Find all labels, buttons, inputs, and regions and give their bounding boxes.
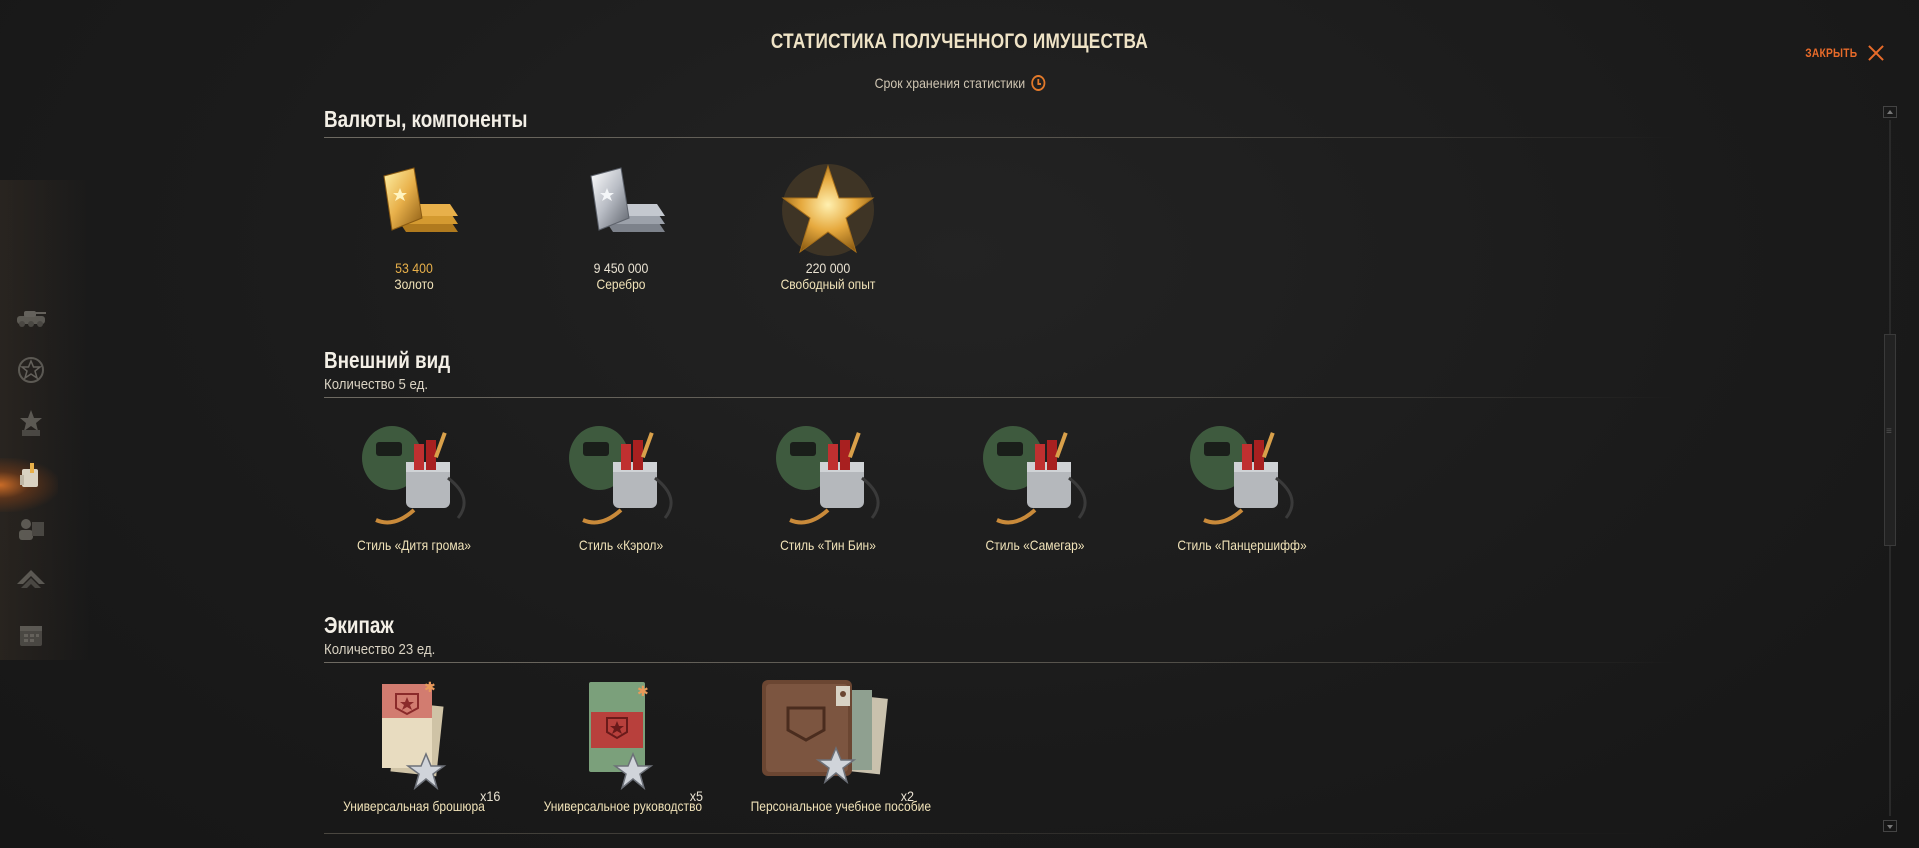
section-divider [324,833,1674,834]
sidebar-item-rewards[interactable] [14,406,48,440]
welding-kit-icon [776,426,880,525]
calendar-icon [20,626,42,646]
crew-book-item[interactable]: Персональное учебное пособие x2 [738,678,932,814]
style-item[interactable]: Стиль «Тин Бин» [738,418,918,553]
crew-book-item[interactable]: ✱ Универсальное руководство x5 [531,678,711,814]
welding-kit-icon [983,426,1087,525]
sidebar-item-customization[interactable] [14,459,48,493]
section-title: Внешний вид [324,347,451,373]
crew-book-label: Универсальная брошюра [343,798,485,814]
scrollbar[interactable] [1883,106,1897,832]
crew-book-label: Универсальное руководство [543,798,703,814]
section-title: Валюты, компоненты [324,106,528,132]
crew-icon [19,519,44,540]
style-label: Стиль «Дитя грома» [356,537,471,553]
vehicle-icon [17,311,46,327]
currency-label: Золото [394,276,434,292]
currency-value: 9 450 000 [593,260,649,276]
style-label: Стиль «Кэрол» [578,537,664,553]
brochure-icon: ✱ [382,679,447,791]
currency-item-free-xp[interactable]: 220 000 Свободный опыт [738,160,918,292]
sidebar [14,300,54,671]
silver-bars-icon [590,167,665,232]
section-currencies: Валюты, компоненты [324,106,1674,138]
scroll-down-button[interactable] [1883,820,1897,832]
sidebar-item-vehicles[interactable] [14,300,48,334]
section-count: Количество 23 ед. [324,641,436,658]
crew-book-item[interactable]: ✱ Универсальная брошюра x16 [324,678,504,814]
sidebar-item-achievements[interactable] [14,353,48,387]
sidebar-item-calendar[interactable] [14,618,48,652]
style-label: Стиль «Панцершифф» [1177,537,1307,553]
style-item[interactable]: Стиль «Панцершифф» [1152,418,1332,553]
crew-book-label: Персональное учебное пособие [750,798,932,814]
style-item[interactable]: Стиль «Самегар» [945,418,1125,553]
style-item[interactable]: Стиль «Кэрол» [531,418,711,553]
style-item[interactable]: Стиль «Дитя грома» [324,418,504,553]
currency-label: Свободный опыт [780,276,876,292]
sidebar-item-upgrades[interactable] [14,565,48,599]
svg-text:✱: ✱ [424,679,436,695]
welding-kit-icon [1190,426,1294,525]
section-divider [324,662,1674,663]
currency-item-silver[interactable]: 9 450 000 Серебро [531,160,711,292]
svg-text:✱: ✱ [637,683,649,699]
currency-value: 220 000 [805,260,851,276]
section-divider [324,137,1674,138]
section-crew: Экипаж Количество 23 ед. [324,612,1674,663]
section-title: Экипаж [324,612,394,638]
style-label: Стиль «Тин Бин» [780,537,876,553]
section-appearance: Внешний вид Количество 5 ед. [324,347,1674,398]
welding-kit-icon [362,426,466,525]
free-xp-star-icon [781,164,875,256]
storage-period-label: Срок хранения статистики [874,75,1025,91]
storage-period-info[interactable]: Срок хранения статистики [0,75,1919,91]
page-title: СТАТИСТИКА ПОЛУЧЕННОГО ИМУЩЕСТВА [770,30,1149,53]
quantity-badge: x5 [689,788,704,804]
manual-icon [762,680,888,785]
gold-bars-icon [383,167,458,232]
customization-icon [20,463,38,487]
upgrade-icon [17,570,45,588]
welding-kit-icon [569,426,673,525]
clock-icon[interactable] [1030,75,1045,91]
scroll-thumb[interactable] [1884,334,1896,546]
sidebar-item-crew[interactable] [14,512,48,546]
close-icon[interactable] [1867,44,1885,62]
achievements-icon [18,357,44,383]
quantity-badge: x16 [480,788,501,804]
close-label: ЗАКРЫТЬ [1804,46,1857,60]
currency-value: 53 400 [395,260,433,276]
rewards-icon [20,410,42,436]
guide-icon: ✱ [589,682,654,791]
close-button[interactable]: ЗАКРЫТЬ [1796,44,1885,62]
style-label: Стиль «Самегар» [985,537,1085,553]
section-divider [324,397,1674,398]
currency-label: Серебро [596,276,646,292]
quantity-badge: x2 [900,788,915,804]
currency-item-gold[interactable]: 53 400 Золото [324,160,504,292]
section-count: Количество 5 ед. [324,376,428,393]
scroll-up-button[interactable] [1883,106,1897,118]
